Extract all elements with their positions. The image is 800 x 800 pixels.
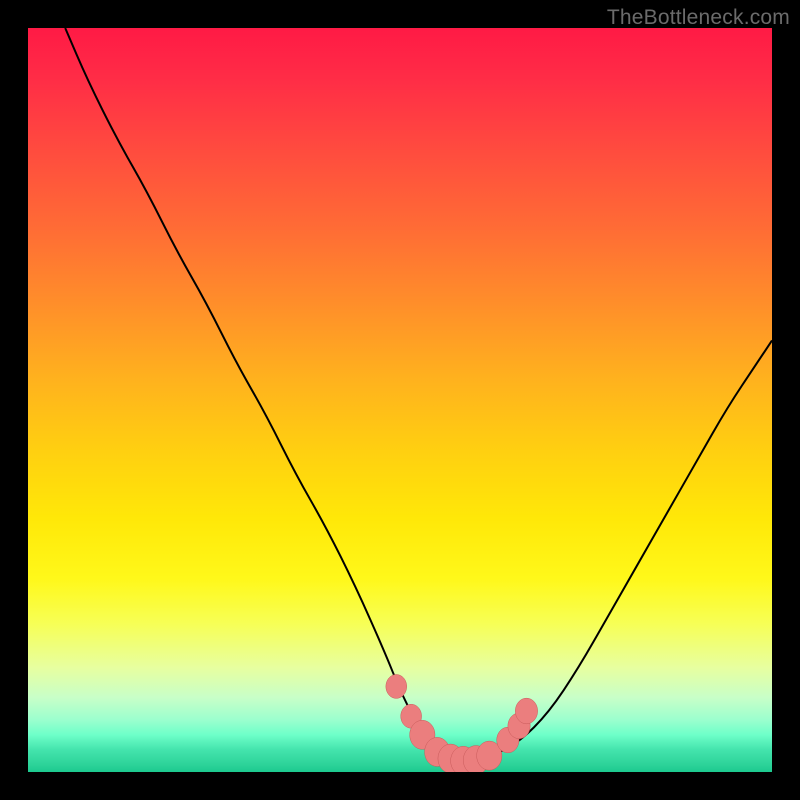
watermark-text: TheBottleneck.com [607,6,790,30]
curve-marker [515,698,537,724]
curve-marker [386,674,407,698]
chart-frame: TheBottleneck.com [0,0,800,800]
markers-group [386,674,538,772]
bottleneck-curve-path [65,28,772,761]
plot-area [28,28,772,772]
curve-svg [28,28,772,772]
